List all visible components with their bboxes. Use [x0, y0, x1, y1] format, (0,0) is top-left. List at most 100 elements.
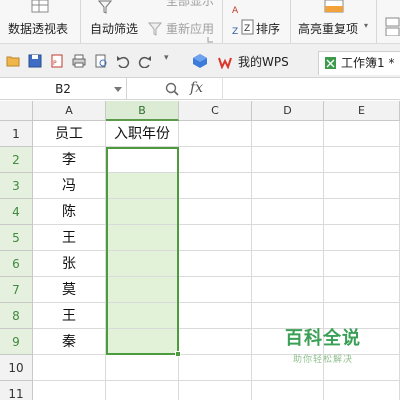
cell[interactable] — [179, 381, 252, 400]
watermark-title: 百科全说 — [285, 328, 361, 349]
cell[interactable] — [252, 225, 324, 251]
cell[interactable] — [324, 225, 400, 251]
print-icon[interactable] — [72, 54, 86, 68]
export-pdf-icon[interactable]: P — [50, 54, 64, 68]
tab-workbook[interactable]: 工作簿1 * — [318, 51, 400, 75]
print-preview-icon[interactable] — [94, 54, 108, 68]
cell[interactable] — [324, 147, 400, 173]
showall-button[interactable]: 全部显示 — [166, 0, 214, 9]
sort-button[interactable]: 排序 — [256, 20, 280, 37]
cell-a1-header[interactable]: 员工 — [33, 121, 106, 147]
row-header[interactable]: 11 — [0, 381, 33, 400]
hire-year-cell[interactable] — [106, 277, 179, 303]
row-header[interactable]: 9 — [0, 329, 33, 355]
highlight-duplicates-button[interactable]: 高亮重复项 — [298, 20, 358, 37]
autofilter-button[interactable]: 自动筛选 — [90, 20, 138, 37]
cell[interactable] — [324, 381, 400, 400]
name-box[interactable]: B2 — [0, 78, 127, 100]
row-header[interactable]: 6 — [0, 251, 33, 277]
row-header[interactable]: 10 — [0, 355, 33, 381]
highlight-duplicates-icon[interactable] — [324, 0, 344, 14]
employee-name-cell[interactable]: 张 — [33, 251, 106, 277]
employee-name-cell[interactable]: 陈 — [33, 199, 106, 225]
tab-my-wps[interactable]: 我的WPS — [216, 51, 289, 75]
cell[interactable] — [179, 303, 252, 329]
cell[interactable] — [252, 251, 324, 277]
zoom-icon[interactable] — [165, 82, 179, 96]
data-compare-icon[interactable] — [384, 16, 400, 36]
hire-year-cell[interactable] — [106, 251, 179, 277]
cell[interactable] — [33, 355, 106, 381]
hire-year-cell[interactable] — [106, 199, 179, 225]
wps-logo-icon — [218, 57, 232, 69]
reapply-button[interactable]: 重新应用 — [166, 20, 214, 37]
open-folder-icon[interactable] — [6, 54, 20, 68]
undo-icon[interactable] — [116, 54, 130, 68]
row-header[interactable]: 2 — [0, 147, 33, 173]
customize-toolbar-arrow-icon[interactable]: ▾ — [164, 53, 169, 63]
cell[interactable] — [324, 277, 400, 303]
cell[interactable] — [324, 173, 400, 199]
hire-year-cell[interactable] — [106, 173, 179, 199]
employee-name-cell[interactable]: 李 — [33, 147, 106, 173]
fill-handle[interactable] — [175, 351, 181, 357]
wps-cloud-icon[interactable] — [192, 53, 208, 69]
hire-year-cell[interactable] — [106, 303, 179, 329]
cell[interactable] — [179, 225, 252, 251]
cell[interactable] — [252, 199, 324, 225]
pivot-table-button[interactable]: 数据透视表 — [8, 20, 68, 37]
cell[interactable] — [179, 277, 252, 303]
ribbon-separator — [80, 0, 81, 43]
insert-function-button[interactable]: fx — [190, 80, 203, 96]
highlight-dropdown-arrow-icon[interactable]: ▾ — [364, 21, 368, 30]
dialog-launcher-icon[interactable] — [207, 36, 214, 43]
cell[interactable] — [179, 329, 252, 355]
row-header[interactable]: 3 — [0, 173, 33, 199]
cell[interactable] — [106, 355, 179, 381]
formula-input[interactable] — [222, 78, 400, 100]
cell[interactable] — [324, 251, 400, 277]
cell[interactable] — [252, 381, 324, 400]
column-header-a[interactable]: A — [33, 101, 106, 121]
cell[interactable] — [179, 147, 252, 173]
column-header-c[interactable]: C — [179, 101, 252, 121]
row-header[interactable]: 7 — [0, 277, 33, 303]
name-box-dropdown-icon[interactable] — [114, 87, 122, 92]
cell[interactable] — [33, 381, 106, 400]
employee-name-cell[interactable]: 莫 — [33, 277, 106, 303]
column-header-e[interactable]: E — [324, 101, 400, 121]
cell-b1-header[interactable]: 入职年份 — [106, 121, 179, 147]
pivot-table-icon[interactable] — [30, 0, 50, 14]
cell[interactable] — [179, 173, 252, 199]
hire-year-cell[interactable] — [106, 329, 179, 355]
cell[interactable] — [252, 147, 324, 173]
column-header-d[interactable]: D — [252, 101, 324, 121]
row-header[interactable]: 1 — [0, 121, 33, 147]
cell[interactable] — [179, 355, 252, 381]
hire-year-cell[interactable] — [106, 225, 179, 251]
cell[interactable] — [106, 381, 179, 400]
cell[interactable] — [252, 277, 324, 303]
autofilter-icon[interactable] — [98, 0, 112, 14]
column-header-b[interactable]: B — [106, 101, 179, 121]
reapply-icon[interactable] — [148, 22, 162, 36]
row-header[interactable]: 4 — [0, 199, 33, 225]
cell[interactable] — [252, 121, 324, 147]
save-icon[interactable] — [28, 54, 42, 68]
cell[interactable] — [179, 251, 252, 277]
cell[interactable] — [179, 199, 252, 225]
cell[interactable] — [324, 199, 400, 225]
employee-name-cell[interactable]: 冯 — [33, 173, 106, 199]
cell[interactable] — [252, 173, 324, 199]
redo-icon[interactable] — [138, 54, 152, 68]
employee-name-cell[interactable]: 王 — [33, 303, 106, 329]
row-header[interactable]: 5 — [0, 225, 33, 251]
sort-icon[interactable]: A Z Z — [232, 4, 254, 36]
cell[interactable] — [324, 121, 400, 147]
hire-year-cell[interactable] — [106, 147, 179, 173]
select-all-corner[interactable] — [0, 101, 33, 121]
cell[interactable] — [179, 121, 252, 147]
row-header[interactable]: 8 — [0, 303, 33, 329]
employee-name-cell[interactable]: 秦 — [33, 329, 106, 355]
employee-name-cell[interactable]: 王 — [33, 225, 106, 251]
